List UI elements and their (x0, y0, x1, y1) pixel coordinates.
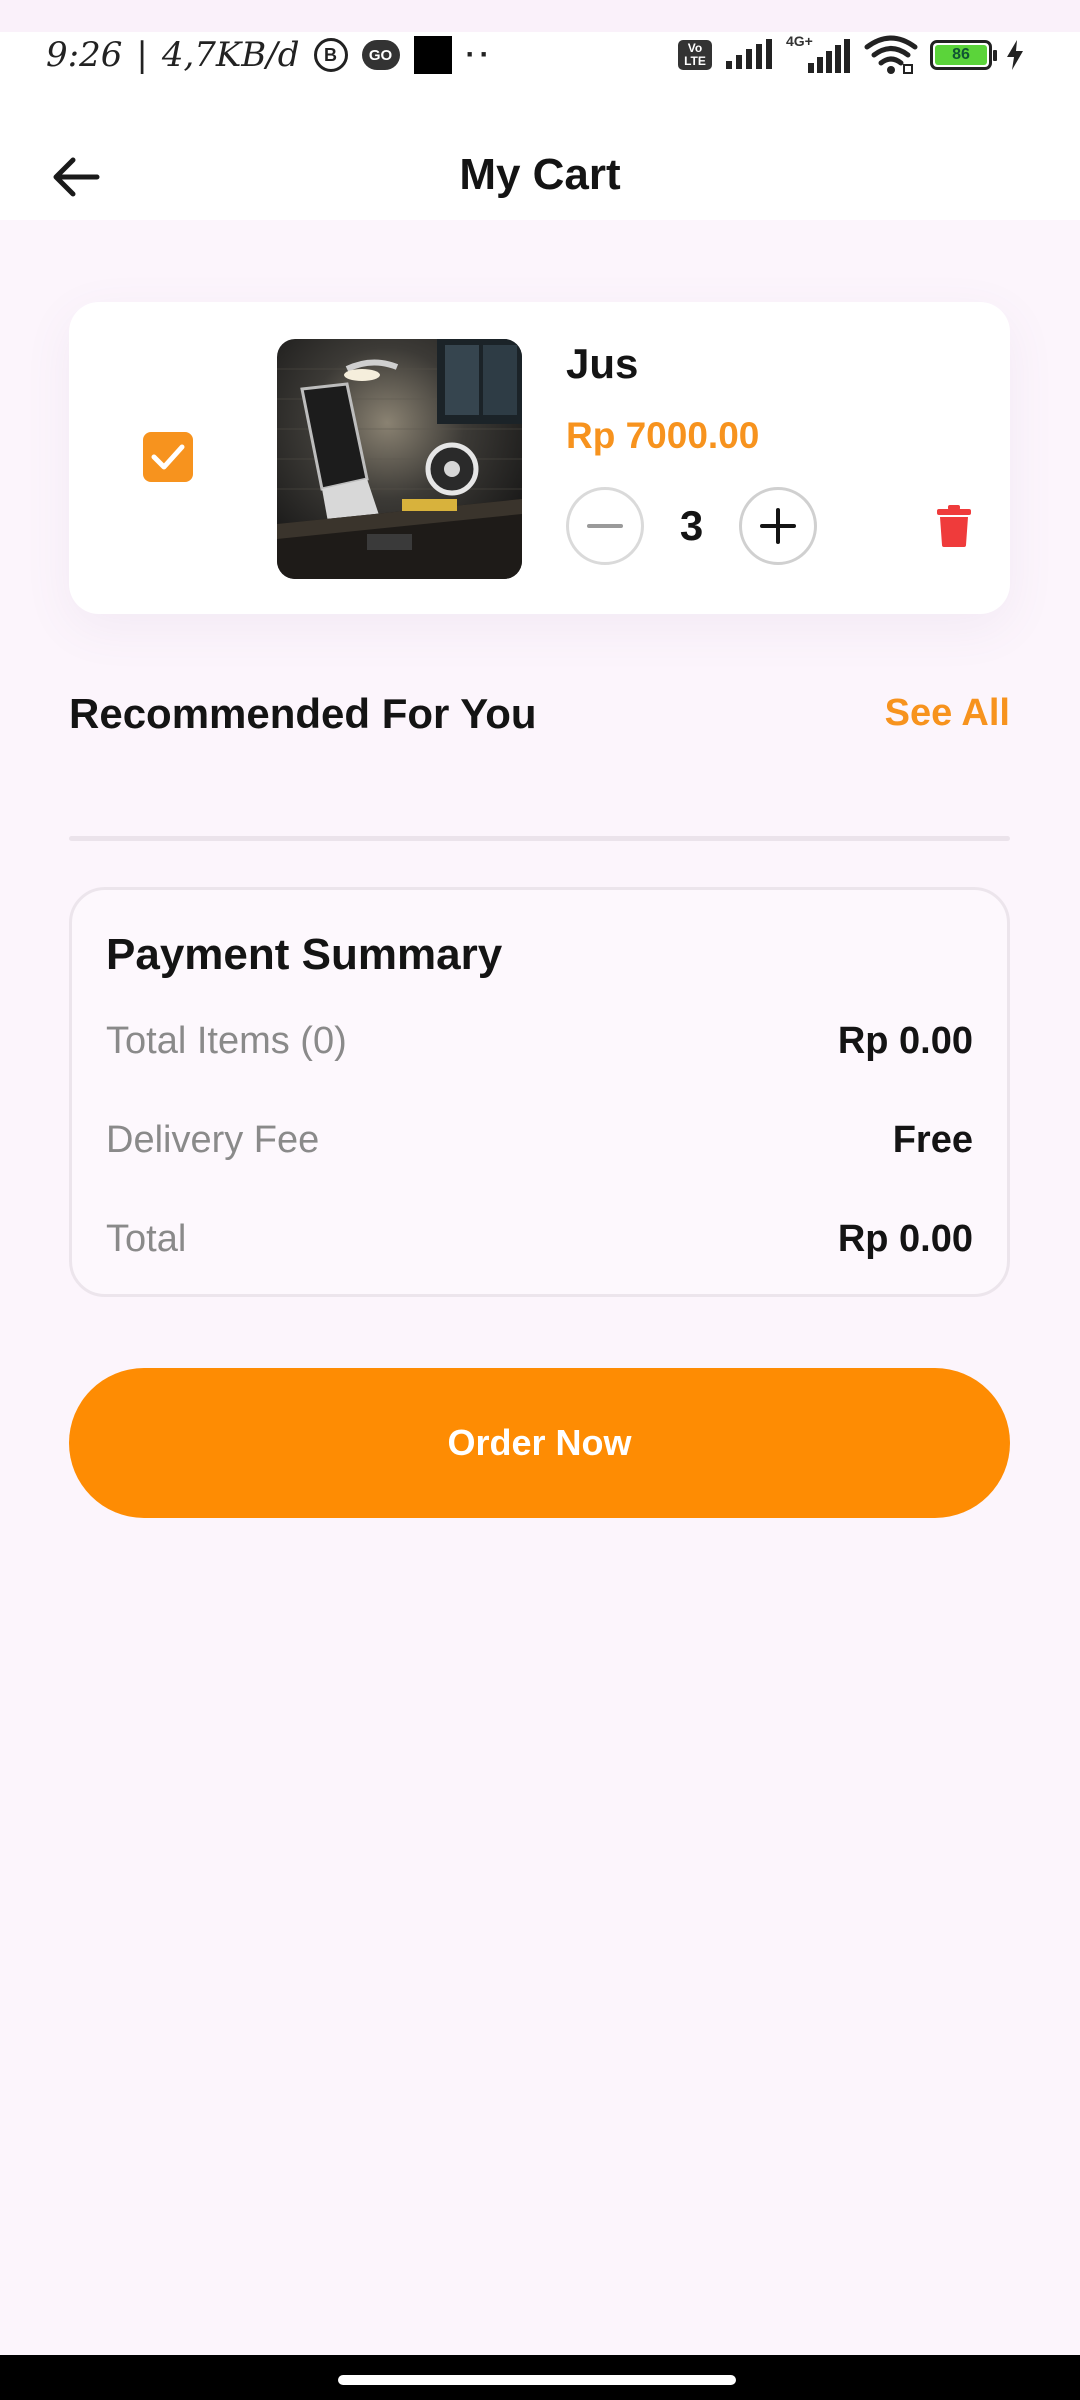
charging-icon (1007, 40, 1023, 70)
home-indicator[interactable] (338, 2375, 736, 2385)
status-right: Vo LTE 4G+ 86 (678, 30, 1026, 80)
summary-label: Total Items (0) (106, 1019, 347, 1062)
check-icon (151, 444, 185, 470)
status-left: 9:26 | 4,7KB/d B GO ·· (46, 30, 494, 80)
summary-value: Rp 0.00 (837, 1019, 973, 1062)
network-speed: 4,7KB/d (161, 35, 300, 75)
minus-icon (587, 524, 623, 528)
b-badge-icon: B (313, 38, 348, 72)
signal-4g-icon: 4G+ (786, 33, 852, 75)
summary-row-delivery-fee: Delivery Fee Free (106, 1113, 973, 1167)
payment-summary-title: Payment Summary (106, 930, 503, 979)
product-image (277, 339, 522, 579)
payment-summary-card: Payment Summary Total Items (0) Rp 0.00 … (69, 887, 1010, 1297)
summary-row-total-items: Total Items (0) Rp 0.00 (106, 1014, 973, 1068)
recommended-title: Recommended For You (69, 690, 537, 737)
page-title: My Cart (459, 150, 621, 199)
order-now-button[interactable]: Order Now (69, 1368, 1010, 1518)
app-header: My Cart (0, 100, 1080, 220)
summary-row-total: Total Rp 0.00 (106, 1212, 973, 1266)
laptop-desk-photo-icon (277, 339, 522, 579)
battery-icon: 86 (930, 40, 997, 70)
summary-value: Rp 0.00 (837, 1217, 973, 1260)
product-name: Jus (566, 340, 639, 387)
plus-icon (760, 508, 796, 544)
divider (69, 836, 1010, 841)
summary-value: Free (892, 1118, 973, 1161)
wifi-icon (864, 35, 918, 74)
go-badge-icon: GO (361, 40, 400, 70)
product-price: Rp 7000.00 (566, 415, 760, 456)
trash-icon (937, 505, 971, 547)
item-checkbox[interactable] (143, 432, 193, 482)
more-notifications-dots: ·· (465, 38, 494, 71)
status-time: 9:26 (46, 35, 123, 75)
quantity-value: 3 (679, 502, 704, 549)
cart-item-card: Jus Rp 7000.00 3 (69, 302, 1010, 614)
volte-icon: Vo LTE (678, 40, 712, 70)
battery-level: 86 (935, 45, 987, 65)
decrease-quantity-button[interactable] (566, 487, 644, 565)
signal-icon (726, 39, 772, 69)
summary-label: Delivery Fee (106, 1118, 320, 1161)
delete-item-button[interactable] (929, 500, 979, 552)
increase-quantity-button[interactable] (739, 487, 817, 565)
square-notification-icon (413, 36, 452, 74)
status-bar: 9:26 | 4,7KB/d B GO ·· Vo LTE 4G+ 86 (0, 0, 1080, 100)
see-all-link[interactable]: See All (885, 692, 1010, 735)
status-separator: | (136, 35, 148, 75)
summary-label: Total (106, 1217, 187, 1260)
system-nav-bar (0, 2355, 1080, 2400)
